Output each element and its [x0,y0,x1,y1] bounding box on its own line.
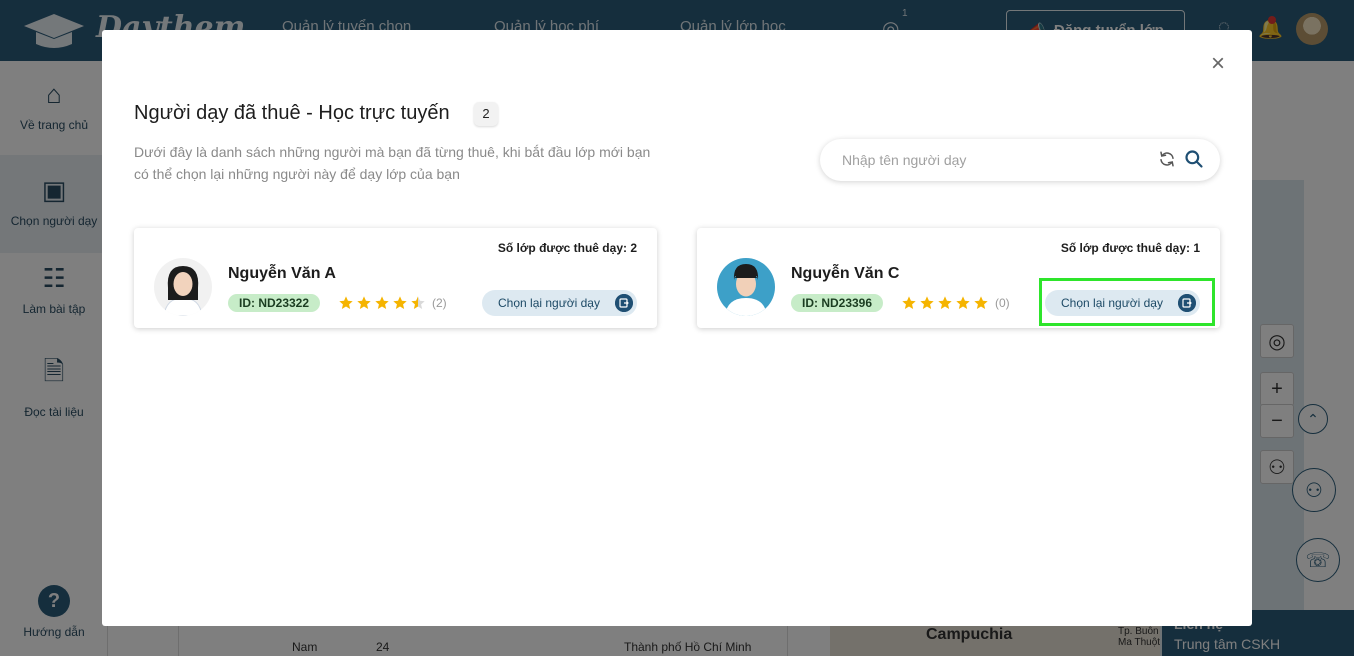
teacher-card: Số lớp được thuê dạy: 1 Nguyễn Văn C ID:… [697,228,1220,328]
teacher-avatar [717,258,775,316]
star-icon [956,296,970,309]
teacher-id-badge: ID: ND23322 [228,294,321,312]
teacher-card: Số lớp được thuê dạy: 2 Nguyễn Văn A ID:… [134,228,657,328]
rehire-icon [1178,294,1196,312]
star-icon [357,296,371,309]
star-icon [375,296,389,309]
star-icon [974,296,988,309]
modal-title: Người dạy đã thuê - Học trực tuyến [134,102,450,124]
teacher-name: Nguyễn Văn C [791,265,900,282]
rehire-icon [615,294,633,312]
hired-teachers-modal: × Người dạy đã thuê - Học trực tuyến 2 D… [102,30,1252,626]
star-icon [938,296,952,309]
star-icon [902,296,916,309]
teacher-avatar [154,258,212,316]
search-input[interactable] [842,149,1142,171]
rehire-teacher-button[interactable]: Chọn lại người dạy [1045,290,1200,316]
star-icon [339,296,353,309]
review-count: (0) [995,296,1010,310]
review-count: (2) [432,296,447,310]
teacher-count-badge: 2 [474,102,498,126]
star-icon [393,296,407,309]
teacher-id-badge: ID: ND23396 [791,294,884,312]
rehire-teacher-button[interactable]: Chọn lại người dạy [482,290,637,316]
star-icon [920,296,934,309]
modal-description: Dưới đây là danh sách những người mà bạn… [134,144,651,182]
rating-stars: (0) [901,294,1010,312]
search-icon[interactable] [1184,149,1204,169]
search-box [820,139,1220,181]
star-icon [411,296,425,309]
rating-stars: (2) [338,294,447,312]
teacher-name: Nguyễn Văn A [228,265,336,282]
hired-classes-count: Số lớp được thuê dạy: 1 [1060,241,1200,255]
hired-classes-count: Số lớp được thuê dạy: 2 [497,241,637,255]
rehire-label: Chọn lại người dạy [498,296,600,310]
refresh-icon[interactable] [1158,150,1176,168]
rehire-label: Chọn lại người dạy [1061,296,1163,310]
close-icon[interactable]: × [1206,52,1230,76]
